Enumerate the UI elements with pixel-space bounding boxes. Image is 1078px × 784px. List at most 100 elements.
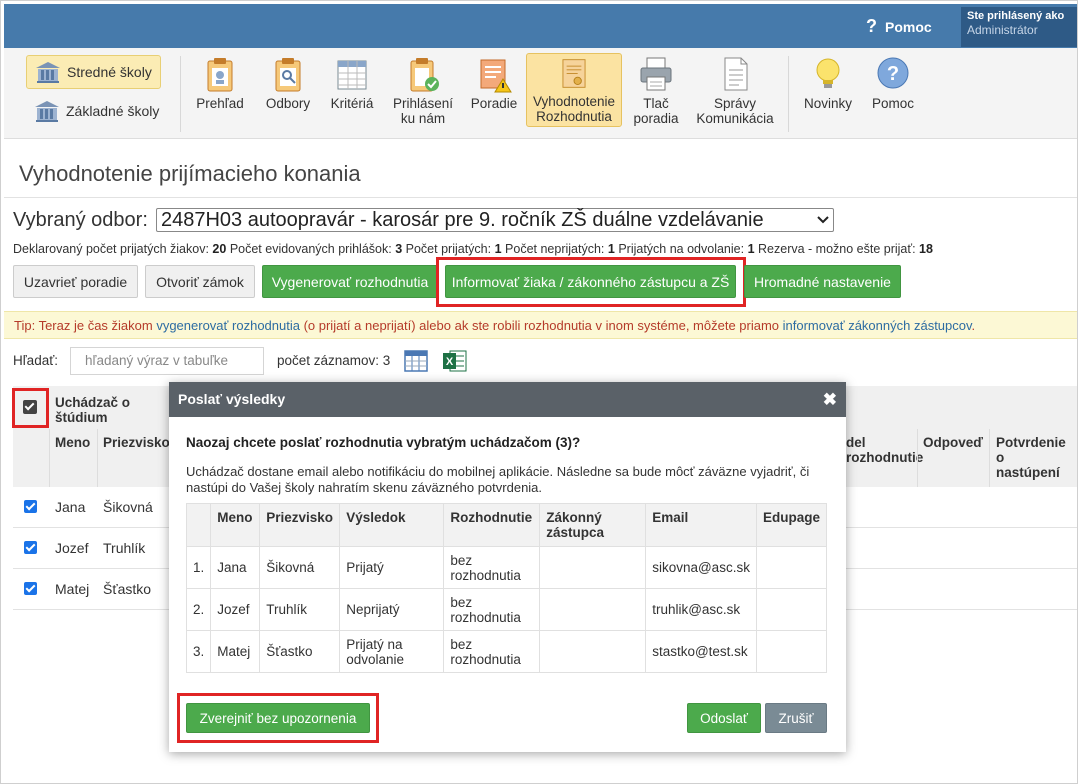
tool-tlac[interactable]: Tlač poradia bbox=[630, 55, 682, 126]
tool-prihlaseni[interactable]: Prihlásení ku nám bbox=[388, 55, 458, 126]
column-priezvisko[interactable]: Priezvisko bbox=[103, 435, 170, 450]
dialog-title: Poslať výsledky bbox=[178, 391, 286, 407]
bulk-settings-button[interactable]: Hromadné nastavenie bbox=[744, 265, 901, 298]
school-building-icon bbox=[36, 62, 60, 83]
secondary-schools-label: Stredné školy bbox=[67, 64, 152, 80]
cell-zastupca bbox=[539, 588, 647, 631]
clipboard-overview-icon bbox=[207, 58, 233, 92]
tool-poradie[interactable]: Poradie bbox=[466, 55, 522, 111]
tip-banner: Tip: Teraz je čas žiakom vygenerovať roz… bbox=[4, 311, 1077, 339]
cell-meno: Matej bbox=[55, 581, 90, 597]
stat-label: Prijatých na odvolanie: bbox=[618, 242, 745, 256]
dialog-question: Naozaj chcete poslať rozhodnutia vybratý… bbox=[186, 435, 581, 450]
group-header: Uchádzač o štúdium bbox=[55, 395, 131, 425]
highlight-publish-button bbox=[177, 693, 379, 743]
title-divider bbox=[4, 197, 1077, 198]
toolbar-divider bbox=[180, 56, 181, 132]
help-circle-icon: ? bbox=[877, 57, 909, 89]
user-label: Ste prihlásený ako bbox=[967, 10, 1065, 22]
dialog-description: Uchádzač dostane email alebo notifikáciu… bbox=[186, 464, 810, 495]
column-vysledok: Výsledok bbox=[339, 503, 445, 547]
school-building-icon bbox=[35, 101, 59, 122]
column-rozhodnutie[interactable]: del rozhodnutie bbox=[846, 435, 923, 465]
stat-value: 20 bbox=[212, 242, 227, 256]
cell-index: 3. bbox=[185, 630, 212, 673]
excel-export-icon[interactable]: X bbox=[442, 349, 468, 373]
cell-zastupca bbox=[539, 630, 647, 673]
secondary-schools-button[interactable]: Stredné školy bbox=[26, 55, 161, 89]
tool-vyhodnotenie[interactable]: Vyhodnotenie Rozhodnutia bbox=[526, 53, 622, 127]
tool-label: Kritériá bbox=[330, 96, 374, 111]
stat-value: 1 bbox=[494, 242, 502, 256]
cell-vysledok: Prijatý bbox=[339, 546, 445, 589]
help-label: Pomoc bbox=[885, 18, 932, 35]
send-button[interactable]: Odoslať bbox=[687, 703, 761, 733]
clipboard-search-icon bbox=[275, 58, 301, 92]
search-input[interactable]: hľadaný výraz v tabuľke bbox=[70, 347, 264, 375]
cell-index: 2. bbox=[185, 588, 212, 631]
primary-schools-button[interactable]: Základné školy bbox=[26, 94, 171, 128]
cell-zastupca bbox=[539, 546, 647, 589]
stat-value: 1 bbox=[607, 242, 615, 256]
tip-generate-link[interactable]: vygenerovať rozhodnutia bbox=[156, 318, 300, 333]
tool-prehlad[interactable]: Prehľad bbox=[194, 55, 246, 111]
column-meno: Meno bbox=[210, 503, 261, 547]
toolbar-divider bbox=[788, 56, 789, 132]
primary-schools-label: Základné školy bbox=[66, 103, 160, 119]
tool-label: Odbory bbox=[265, 96, 311, 111]
tool-kriteria[interactable]: Kritériá bbox=[326, 55, 378, 111]
close-icon[interactable]: ✖ bbox=[823, 382, 837, 417]
user-box[interactable]: Ste prihlásený ako Administrátor bbox=[961, 7, 1077, 47]
cell-vysledok: Prijatý na odvolanie bbox=[339, 630, 445, 673]
cell-email: stastko@test.sk bbox=[645, 630, 757, 673]
column-zastupca: Zákonný zástupca bbox=[539, 503, 647, 547]
column-odpoved[interactable]: Odpoveď bbox=[923, 435, 983, 450]
tool-spravy[interactable]: Správy Komunikácia bbox=[692, 55, 778, 126]
cell-index: 1. bbox=[185, 546, 212, 589]
question-icon: ? bbox=[866, 16, 877, 36]
row-checkbox[interactable] bbox=[24, 500, 37, 513]
open-lock-button[interactable]: Otvoriť zámok bbox=[145, 265, 255, 298]
app-window: ? Pomoc Ste prihlásený ako Administrátor… bbox=[0, 0, 1078, 784]
column-meno[interactable]: Meno bbox=[55, 435, 90, 450]
printer-icon bbox=[640, 57, 672, 91]
cell-email: truhlik@asc.sk bbox=[645, 588, 757, 631]
cell-priezvisko: Šikovná bbox=[103, 499, 153, 515]
odbor-select[interactable]: 2487H03 autoopravár - karosár pre 9. roč… bbox=[156, 208, 834, 232]
column-potvrdenie[interactable]: Potvrdenie o nastúpení bbox=[996, 435, 1071, 480]
column-priezvisko: Priezvisko bbox=[259, 503, 341, 547]
highlight-select-all bbox=[12, 388, 49, 428]
stats-line: Deklarovaný počet prijatých žiakov: 20 P… bbox=[13, 242, 933, 256]
main-toolbar: Stredné školy Základné školy Prehľad Odb… bbox=[4, 48, 1077, 139]
cell-rozhodnutie: bez rozhodnutia bbox=[443, 630, 541, 673]
ranking-warning-icon bbox=[480, 59, 512, 93]
row-checkbox[interactable] bbox=[24, 541, 37, 554]
lightbulb-icon bbox=[816, 58, 840, 88]
stat-label: Počet evidovaných prihlášok: bbox=[229, 242, 392, 256]
page-title: Vyhodnotenie prijímacieho konania bbox=[19, 161, 361, 186]
tool-novinky[interactable]: Novinky bbox=[800, 55, 856, 111]
stat-label: Rezerva - možno ešte prijať: bbox=[758, 242, 916, 256]
columns-icon[interactable] bbox=[404, 350, 428, 372]
tool-odbory[interactable]: Odbory bbox=[260, 55, 316, 111]
document-message-icon bbox=[724, 57, 748, 91]
close-order-button[interactable]: Uzavrieť poradie bbox=[13, 265, 138, 298]
tool-pomoc[interactable]: ? Pomoc bbox=[866, 55, 920, 111]
stat-label: Počet prijatých: bbox=[405, 242, 492, 256]
tool-label: Správy Komunikácia bbox=[696, 96, 774, 126]
help-link[interactable]: ? Pomoc bbox=[866, 16, 932, 37]
generate-decisions-button[interactable]: Vygenerovať rozhodnutia bbox=[262, 265, 438, 298]
cell-priezvisko: Truhlík bbox=[103, 540, 146, 556]
row-checkbox[interactable] bbox=[24, 582, 37, 595]
cell-priezvisko: Šťastko bbox=[259, 630, 341, 673]
recipients-table: Meno Priezvisko Výsledok Rozhodnutie Zák… bbox=[185, 503, 828, 673]
chevron-down-icon bbox=[817, 216, 829, 224]
cell-meno: Jana bbox=[55, 499, 86, 515]
cell-email: sikovna@asc.sk bbox=[645, 546, 757, 589]
clipboard-check-icon bbox=[410, 58, 439, 92]
stat-value: 1 bbox=[747, 242, 755, 256]
tip-inform-link[interactable]: informovať zákonných zástupcov bbox=[783, 318, 972, 333]
cancel-button[interactable]: Zrušiť bbox=[765, 703, 827, 733]
cell-edupage bbox=[755, 588, 828, 631]
stat-value: 18 bbox=[919, 242, 933, 256]
